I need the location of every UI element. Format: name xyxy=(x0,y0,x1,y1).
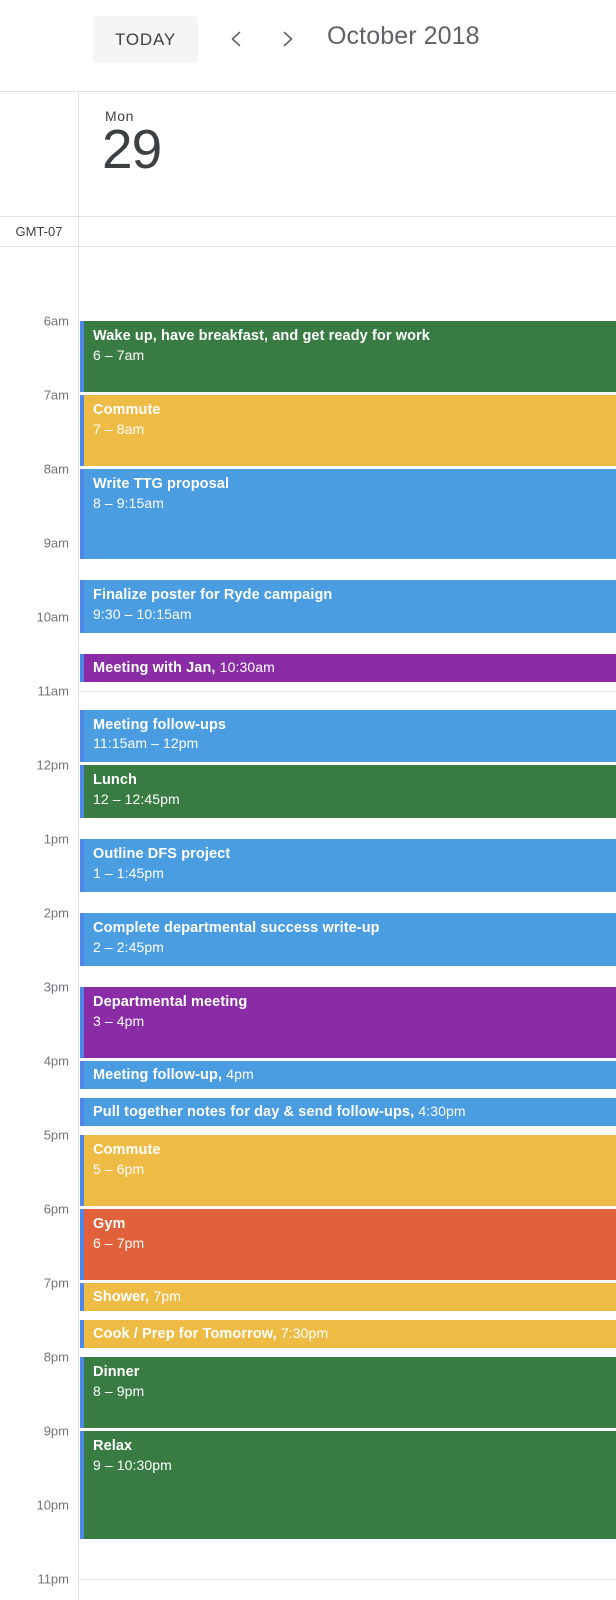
hour-label-3pm: 3pm xyxy=(43,979,69,995)
event-title: Wake up, have breakfast, and get ready f… xyxy=(93,328,430,344)
event-title: Departmental meeting xyxy=(93,994,248,1010)
event-title: Pull together notes for day & send follo… xyxy=(93,1104,418,1120)
calendar-event[interactable]: Commute 7 – 8am xyxy=(80,395,616,466)
event-time: 3 – 4pm xyxy=(93,1012,145,1029)
event-line: Cook / Prep for Tomorrow7:30pm xyxy=(93,1324,616,1344)
hour-label-12pm: 12pm xyxy=(36,757,69,773)
event-time: 6 – 7pm xyxy=(93,1234,145,1251)
event-title: Commute xyxy=(93,402,161,418)
hour-label-4pm: 4pm xyxy=(43,1053,69,1069)
today-button[interactable]: TODAY xyxy=(93,16,198,63)
event-title: Relax xyxy=(93,1438,133,1454)
calendar-event[interactable]: Meeting follow-up4pm xyxy=(80,1061,616,1090)
calendar-event[interactable]: Wake up, have breakfast, and get ready f… xyxy=(80,321,616,392)
hour-label-7am: 7am xyxy=(43,387,69,403)
hour-label-10am: 10am xyxy=(36,609,69,625)
day-number-label[interactable]: 29 xyxy=(102,122,162,177)
calendar-event[interactable]: Pull together notes for day & send follo… xyxy=(80,1098,616,1127)
hour-label-5pm: 5pm xyxy=(43,1127,69,1143)
event-title: Gym xyxy=(93,1216,126,1232)
day-header-gutter xyxy=(0,92,79,216)
all-day-row: GMT-07 xyxy=(0,217,616,247)
event-time: 8 – 9:15am xyxy=(93,494,165,511)
day-header-row: Mon 29 xyxy=(0,92,616,217)
event-time: 7 – 8am xyxy=(93,420,145,437)
event-title: Cook / Prep for Tomorrow xyxy=(93,1326,281,1342)
event-time: 10:30am xyxy=(219,659,275,675)
calendar-event[interactable]: Write TTG proposal 8 – 9:15am xyxy=(80,469,616,559)
calendar-event[interactable]: Shower7pm xyxy=(80,1283,616,1312)
event-time: 9 – 10:30pm xyxy=(93,1456,172,1473)
hour-label-7pm: 7pm xyxy=(43,1275,69,1291)
event-time: 4:30pm xyxy=(418,1103,466,1119)
event-title: Write TTG proposal xyxy=(93,476,230,492)
previous-period-button[interactable] xyxy=(220,22,254,56)
calendar-event[interactable]: Commute 5 – 6pm xyxy=(80,1135,616,1206)
event-time: 2 – 2:45pm xyxy=(93,938,165,955)
event-title: Outline DFS project xyxy=(93,846,231,862)
hour-label-10pm: 10pm xyxy=(36,1497,69,1513)
page-title: October 2018 xyxy=(327,22,480,50)
hour-label-1pm: 1pm xyxy=(43,831,69,847)
calendar-event[interactable]: Outline DFS project 1 – 1:45pm xyxy=(80,839,616,892)
hour-label-6pm: 6pm xyxy=(43,1201,69,1217)
calendar-event[interactable]: Lunch 12 – 12:45pm xyxy=(80,765,616,818)
calendar-event[interactable]: Complete departmental success write-up 2 … xyxy=(80,913,616,966)
calendar-event[interactable]: Departmental meeting 3 – 4pm xyxy=(80,987,616,1058)
hour-label-8am: 8am xyxy=(43,461,69,477)
event-time: 5 – 6pm xyxy=(93,1160,145,1177)
calendar-event[interactable]: Meeting with Jan10:30am xyxy=(80,654,616,683)
time-gutter: 6am 7am 8am 9am 10am 11am 12pm 1pm 2pm 3pm 4pm 5pm 6… xyxy=(0,247,79,1600)
event-title: Meeting follow-ups xyxy=(93,716,227,733)
event-title: Complete departmental success write-up xyxy=(93,920,380,936)
event-title: Shower xyxy=(93,1289,153,1305)
calendar-event[interactable]: Finalize poster for Ryde campaign 9:30 – … xyxy=(80,580,616,633)
time-grid: 6am 7am 8am 9am 10am 11am 12pm 1pm 2pm 3pm 4pm 5pm 6… xyxy=(0,247,616,1600)
timezone-label: GMT-07 xyxy=(0,217,79,246)
calendar-event[interactable]: Meeting follow-ups 11:15am – 12pm xyxy=(80,709,616,762)
event-title: Meeting with Jan xyxy=(93,660,220,676)
event-time: 6 – 7am xyxy=(93,346,145,363)
event-title: Lunch xyxy=(93,772,137,788)
hour-label-9pm: 9pm xyxy=(43,1423,69,1439)
events-layer: Wake up, have breakfast, and get ready f… xyxy=(79,247,616,1600)
hour-label-2pm: 2pm xyxy=(43,905,69,921)
event-time: 11:15am – 12pm xyxy=(93,735,199,752)
day-header-cell[interactable]: Mon 29 xyxy=(79,92,616,216)
calendar-event[interactable]: Cook / Prep for Tomorrow7:30pm xyxy=(80,1320,616,1349)
calendar-toolbar: TODAY October 2018 xyxy=(0,0,616,92)
event-title: Meeting follow-up xyxy=(93,1067,226,1083)
event-time: 4pm xyxy=(226,1066,254,1082)
event-time: 1 – 1:45pm xyxy=(93,864,165,881)
event-title: Finalize poster for Ryde campaign xyxy=(93,587,333,603)
hour-label-9am: 9am xyxy=(43,535,69,551)
event-time: 9:30 – 10:15am xyxy=(93,605,192,622)
event-time: 8 – 9pm xyxy=(93,1382,145,1399)
event-time: 7:30pm xyxy=(280,1325,329,1341)
event-time: 7pm xyxy=(153,1288,181,1304)
event-line: Meeting with Jan10:30am xyxy=(93,658,616,678)
event-line: Meeting follow-up4pm xyxy=(93,1065,616,1085)
event-title: Dinner xyxy=(93,1364,140,1380)
hour-label-11am: 11am xyxy=(37,683,69,699)
calendar-event[interactable]: Relax 9 – 10:30pm xyxy=(80,1431,616,1539)
calendar-event[interactable]: Dinner 8 – 9pm xyxy=(80,1357,616,1428)
event-title: Commute xyxy=(93,1142,161,1158)
event-line: Shower7pm xyxy=(93,1287,616,1307)
hour-label-8pm: 8pm xyxy=(43,1349,69,1365)
hour-label-6am: 6am xyxy=(43,313,69,329)
event-line: Pull together notes for day & send follo… xyxy=(93,1102,616,1122)
event-time: 12 – 12:45pm xyxy=(93,790,180,807)
calendar-event[interactable]: Gym 6 – 7pm xyxy=(80,1209,616,1280)
next-period-button[interactable] xyxy=(270,22,304,56)
hour-label-11pm: 11pm xyxy=(37,1571,69,1587)
